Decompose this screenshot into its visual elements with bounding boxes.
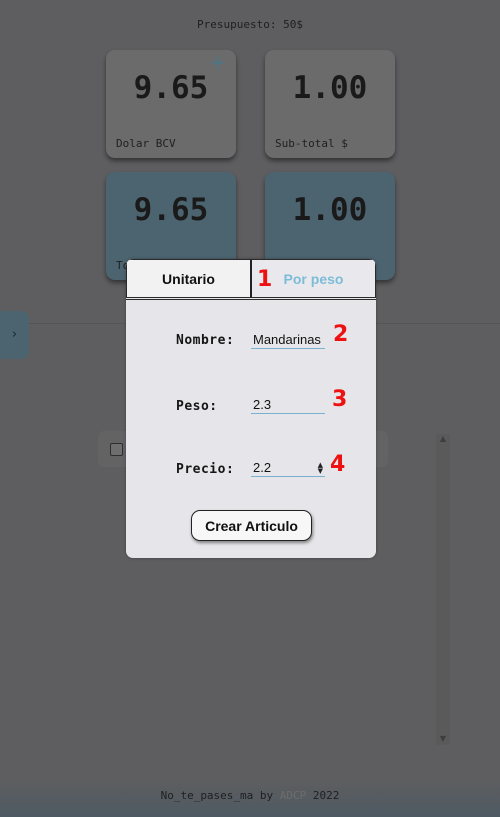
subtotal-label: Sub-total $ — [275, 137, 348, 150]
footer-brand[interactable]: ADCP — [280, 789, 307, 802]
total-usd-value: 1.00 — [292, 192, 368, 228]
scroll-down-icon[interactable]: ▼ — [436, 734, 450, 743]
precio-label: Precio: — [176, 462, 235, 477]
nombre-label: Nombre: — [176, 333, 235, 348]
peso-label: Peso: — [176, 399, 218, 414]
stepper-arrows-icon[interactable]: ▲ ▼ — [318, 462, 323, 475]
tab-divider — [126, 299, 376, 300]
item-checkbox[interactable] — [110, 443, 123, 456]
annotation-3: 3 — [332, 387, 348, 412]
annotation-4: 4 — [330, 452, 346, 477]
dolar-value: 9.65 — [133, 70, 209, 106]
subtotal-value: 1.00 — [292, 70, 368, 106]
sidebar-toggle-button[interactable]: › — [0, 311, 29, 359]
create-article-button[interactable]: Crear Articulo — [191, 510, 312, 541]
list-scrollbar[interactable]: ▲ ▼ — [436, 434, 450, 745]
footer-year: 2022 — [306, 789, 340, 802]
peso-input[interactable] — [251, 396, 325, 414]
dolar-label: Dolar BCV — [116, 137, 176, 150]
modal-tabs: Unitario Por peso — [126, 259, 376, 300]
budget-label: Presupuesto: 50$ — [197, 18, 303, 31]
create-article-modal: Unitario Por peso 1 Nombre: 2 Peso: 3 Pr… — [126, 259, 376, 558]
precio-input[interactable] — [251, 459, 325, 477]
footer-text: No_te_pases_ma by — [160, 789, 280, 802]
footer: No_te_pases_ma by ADCP 2022 — [0, 779, 500, 817]
dolar-card[interactable]: 9.65 Dolar BCV + — [106, 50, 236, 158]
scroll-up-icon[interactable]: ▲ — [436, 434, 450, 443]
stepper-down-icon[interactable]: ▼ — [318, 468, 323, 475]
annotation-1: 1 — [257, 267, 273, 292]
total-bs-value: 9.65 — [133, 192, 209, 228]
nombre-input[interactable] — [251, 331, 325, 349]
tab-unitario[interactable]: Unitario — [126, 259, 251, 298]
subtotal-card: 1.00 Sub-total $ — [265, 50, 395, 158]
add-icon[interactable]: + — [209, 50, 226, 74]
precio-stepper[interactable]: ▲ ▼ — [251, 459, 325, 477]
annotation-2: 2 — [333, 322, 349, 347]
chevron-right-icon: › — [11, 327, 18, 342]
